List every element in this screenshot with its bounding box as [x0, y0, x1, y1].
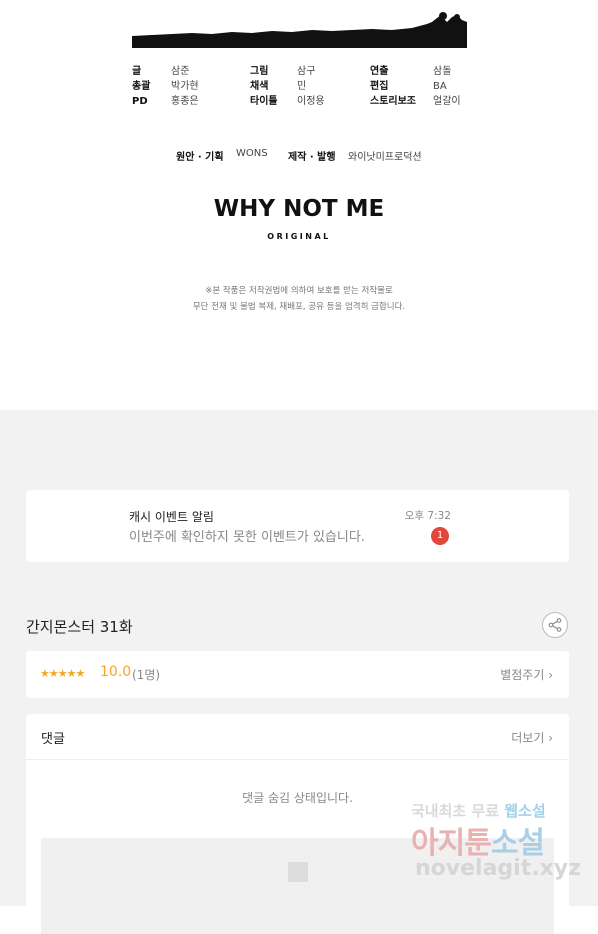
rating-card: ★★★★★ 10.0 (1명) 별점주기 ›	[26, 651, 569, 698]
credit-role: 그림	[250, 66, 269, 77]
episode-end-credits: 글 삼준 총괄 박가현 PD 홍종은 그림 삼구 채색 민 타이틀 이정용 연출…	[0, 0, 598, 410]
credit-role: PD	[132, 96, 148, 107]
skyline-banner-image	[132, 12, 467, 48]
original-label: 원안 · 기획	[176, 152, 224, 163]
copyright-notice-line: ※본 작품은 저작권법에 의하여 보호를 받는 저작물로	[205, 286, 393, 296]
credit-name: 삼준	[171, 66, 190, 77]
credit-role: 연출	[370, 66, 389, 77]
rating-stars: ★★★★★	[40, 667, 85, 680]
production-credits: 원안 · 기획 WONS 제작 · 발행 와이낫미프로덕션	[0, 148, 598, 163]
credit-name: 홍종은	[171, 96, 199, 107]
notification-badge: 1	[431, 527, 449, 545]
credit-role: 타이틀	[250, 96, 278, 107]
credit-name: 이정용	[297, 96, 325, 107]
notification-time: 오후 7:32	[404, 510, 451, 522]
rating-score: 10.0	[100, 664, 132, 680]
notification-body: 이번주에 확인하지 못한 이벤트가 있습니다.	[129, 530, 365, 545]
credit-role: 글	[132, 66, 142, 77]
credit-name: BA	[433, 81, 447, 92]
original-value: WONS	[236, 148, 268, 159]
watermark-url: novelagit.xyz	[415, 856, 581, 881]
episode-title: 간지몬스터 31화	[26, 618, 133, 636]
share-icon	[548, 618, 562, 632]
credit-role: 편집	[370, 81, 389, 92]
publisher-logo: WHY NOT ME	[213, 196, 385, 222]
credit-name: 민	[297, 81, 307, 92]
copyright-notice: ※본 작품은 저작권법에 의하여 보호를 받는 저작물로 무단 전재 및 불법 …	[0, 283, 598, 315]
rating-count: (1명)	[132, 668, 161, 682]
comments-title: 댓글	[41, 732, 65, 747]
credit-name: 삼구	[297, 66, 316, 77]
credit-role: 스토리보조	[370, 96, 416, 107]
credits-grid: 글 삼준 총괄 박가현 PD 홍종은 그림 삼구 채색 민 타이틀 이정용 연출…	[0, 64, 598, 112]
publish-label: 제작 · 발행	[288, 152, 336, 163]
copyright-notice-line: 무단 전재 및 불법 복제, 재배포, 공유 등을 엄격히 금합니다.	[192, 302, 406, 312]
share-button[interactable]	[542, 612, 568, 638]
credit-role: 채색	[250, 81, 269, 92]
credit-name: 삼돌	[433, 66, 452, 77]
credit-role: 총괄	[132, 81, 151, 92]
publisher-logo-sub: ORIGINAL	[267, 232, 331, 241]
publish-value: 와이낫미프로덕션	[348, 152, 422, 163]
notification-title: 캐시 이벤트 알림	[129, 510, 214, 524]
notification-card[interactable]: 캐시 이벤트 알림 이번주에 확인하지 못한 이벤트가 있습니다. 오후 7:3…	[26, 490, 569, 562]
credit-name: 박가현	[171, 81, 199, 92]
comments-more-button[interactable]: 더보기 ›	[511, 729, 553, 746]
credit-name: 얼갈이	[433, 96, 461, 107]
site-watermark: 국내최초 무료 웹소설 아지툰소설 novelagit.xyz	[411, 800, 581, 890]
rate-button[interactable]: 별점주기 ›	[500, 666, 553, 683]
image-placeholder-icon	[288, 862, 308, 882]
comments-header: 댓글 더보기 ›	[26, 714, 569, 760]
